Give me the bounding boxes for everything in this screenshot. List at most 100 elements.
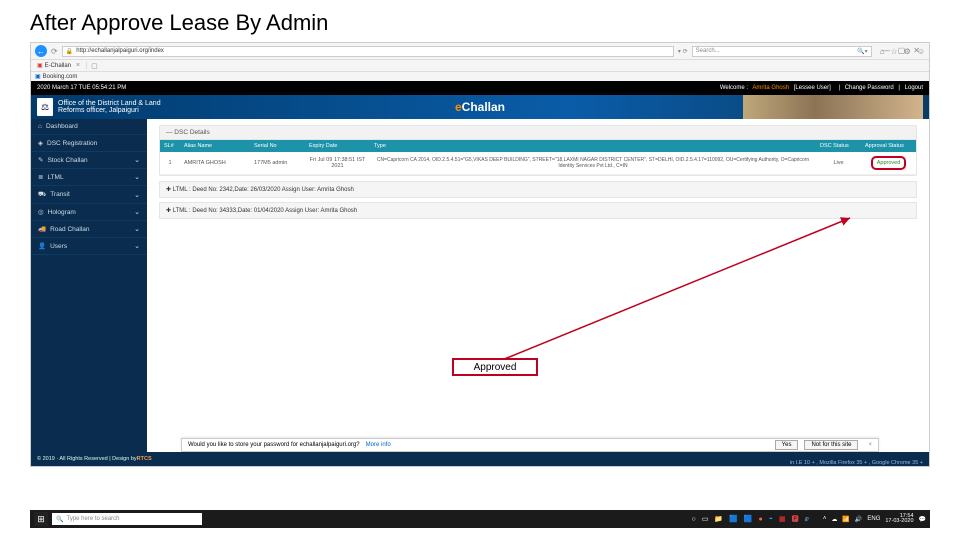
tray-lang[interactable]: ENG	[867, 516, 880, 522]
table-row: 1 AMRITA GHOSH 177M5 admin Fri Jul 09 17…	[160, 152, 916, 175]
refresh-icon[interactable]: ⟳	[51, 47, 58, 56]
sidebar-item-label: Transit	[50, 191, 70, 198]
welcome-label: Welcome :	[720, 85, 748, 91]
tab-echallan[interactable]: ▣ E-Challan ×	[31, 62, 87, 69]
road-icon: 🚚	[38, 225, 46, 233]
minimize-icon[interactable]: —	[882, 46, 890, 55]
gov-emblem-icon: ⚖	[37, 98, 53, 116]
brand-logo: eChallan	[455, 100, 505, 114]
cell-sl: 1	[160, 152, 180, 175]
lock-icon: 🔒	[66, 48, 73, 55]
app-icon[interactable]: 📁	[714, 515, 723, 523]
browser-toolbar: ← ⟳ 🔒 http://echallanjalpaiguri.org/inde…	[31, 43, 929, 59]
new-tab-icon[interactable]: ▢	[87, 62, 102, 70]
col-expiry: Expiry Date	[305, 140, 370, 152]
main-content: — DSC Details SL# Alias Name Serial No E…	[147, 119, 929, 452]
back-button[interactable]: ←	[35, 45, 47, 57]
circle-icon: ◎	[38, 208, 44, 216]
col-alias: Alias Name	[180, 140, 250, 152]
bookmark-favicon: ▣	[35, 73, 41, 80]
tray-notif-icon[interactable]: 💬	[919, 516, 926, 523]
tray-clock[interactable]: 17:54 17-03-2020	[885, 514, 913, 525]
tray-wifi-icon[interactable]: 📶	[842, 516, 849, 523]
logout-link[interactable]: Logout	[905, 85, 923, 91]
chevron-down-icon: ⌄	[134, 242, 140, 250]
welcome-user[interactable]: Amrita Ghosh	[752, 85, 789, 91]
password-save-bar: Would you like to store your password fo…	[181, 438, 879, 452]
change-password-link[interactable]: Change Password	[845, 85, 894, 91]
chevron-down-icon: ⌄	[134, 156, 140, 164]
app-topbar: 2020 March 17 TUE 05:54:21 PM Welcome : …	[31, 81, 929, 95]
user-icon: 👤	[38, 242, 46, 250]
app-icon[interactable]: 🟦	[729, 515, 738, 523]
app-icon[interactable]: ⅇ	[805, 515, 809, 523]
app-frame: 2020 March 17 TUE 05:54:21 PM Welcome : …	[31, 81, 929, 466]
pw-more-link[interactable]: More info	[366, 442, 391, 448]
pw-close-icon[interactable]: ×	[868, 442, 872, 448]
app-icon[interactable]: ●	[758, 516, 762, 523]
windows-taskbar: ⊞ 🔍 Type here to search ○ ▭ 📁 🟦 🟦 ● ◓ ▦ …	[30, 510, 930, 528]
tray-cloud-icon[interactable]: ☁	[831, 516, 837, 523]
slide-title: After Approve Lease By Admin	[0, 0, 960, 42]
browser-window: ← ⟳ 🔒 http://echallanjalpaiguri.org/inde…	[30, 42, 930, 467]
sidebar-item-dashboard[interactable]: ⌂Dashboard	[31, 119, 147, 135]
sidebar-item-label: LTML	[47, 174, 63, 181]
dsc-table: SL# Alias Name Serial No Expiry Date Typ…	[160, 140, 916, 175]
tray-chevron-icon[interactable]: ˄	[823, 516, 827, 522]
browser-search[interactable]: Search... 🔍▾	[692, 46, 872, 57]
tab-close-icon[interactable]: ×	[76, 62, 80, 69]
taskbar-search-placeholder: Type here to search	[66, 516, 119, 522]
sidebar-item-dsc[interactable]: ◈ DSC Registration	[31, 135, 147, 152]
sidebar-item-label: Stock Challan	[47, 157, 87, 164]
sidebar-item-stock[interactable]: ✎ Stock Challan ⌄	[31, 152, 147, 169]
search-placeholder: Search...	[696, 48, 720, 54]
url-bar[interactable]: 🔒 http://echallanjalpaiguri.org/index	[62, 46, 674, 57]
app-icon[interactable]: 🅿	[792, 514, 799, 524]
start-button[interactable]: ⊞	[34, 512, 48, 526]
app-footer: © 2019 · All Rights Reserved | Design by…	[31, 452, 929, 466]
app-banner: ⚖ Office of the District Land & Land Ref…	[31, 95, 929, 119]
tray-volume-icon[interactable]: 🔊	[855, 516, 862, 523]
chevron-down-icon: ⌄	[134, 208, 140, 216]
tab-bar: ▣ E-Challan × ▢	[31, 59, 929, 71]
sidebar-item-hologram[interactable]: ◎Hologram⌄	[31, 204, 147, 221]
dropdown-icon[interactable]: ▾ ⟳	[678, 48, 688, 55]
accordion-row[interactable]: ✚ LTML : Deed No: 34333,Date: 01/04/2020…	[159, 202, 917, 219]
sidebar-item-label: Road Challan	[50, 226, 89, 233]
chevron-down-icon: ⌄	[134, 191, 140, 199]
pencil-icon: ✎	[38, 156, 43, 164]
app-icon[interactable]: 🟦	[744, 515, 753, 523]
dsc-panel: — DSC Details SL# Alias Name Serial No E…	[159, 125, 917, 176]
dsc-panel-header[interactable]: — DSC Details	[160, 126, 916, 140]
sidebar-item-roadchallan[interactable]: 🚚 Road Challan ⌄	[31, 221, 147, 238]
pw-yes-button[interactable]: Yes	[775, 440, 799, 450]
taskbar-search[interactable]: 🔍 Type here to search	[52, 513, 202, 525]
sidebar-item-transit[interactable]: ⛟ Transit ⌄	[31, 186, 147, 204]
sidebar-item-ltml[interactable]: ≣LTML⌄	[31, 169, 147, 186]
pw-no-button[interactable]: Not for this site	[804, 440, 858, 450]
close-icon[interactable]: ✕	[913, 46, 920, 55]
app-icon[interactable]: ◓	[769, 516, 773, 523]
col-sl: SL#	[160, 140, 180, 152]
col-dscstatus: DSC Status	[816, 140, 861, 152]
cell-alias: AMRITA GHOSH	[180, 152, 250, 175]
app-icon[interactable]: ▦	[779, 515, 786, 523]
sidebar-item-users[interactable]: 👤Users⌄	[31, 238, 147, 255]
list-icon: ≣	[38, 173, 43, 181]
dsc-icon: ◈	[38, 139, 43, 147]
banner-image	[743, 95, 923, 119]
bookmark-item[interactable]: Booking.com	[43, 74, 78, 80]
chevron-down-icon: ⌄	[134, 225, 140, 233]
dashboard-icon: ⌂	[38, 123, 42, 130]
tray-date: 17-03-2020	[885, 519, 913, 525]
sidebar-item-label: DSC Registration	[47, 140, 97, 147]
cell-type: CN=Capricorn CA 2014, OID.2.5.4.51="G5,V…	[370, 152, 816, 175]
footer-copyright: © 2019 · All Rights Reserved | Design by	[37, 456, 137, 462]
accordion-row[interactable]: ✚ LTML : Deed No: 2342,Date: 26/03/2020 …	[159, 181, 917, 198]
truck-icon: ⛟	[38, 190, 46, 199]
taskview-icon[interactable]: ▭	[702, 515, 709, 523]
maximize-icon[interactable]: ▢	[898, 46, 906, 55]
banner-line2: Reforms officer, Jalpaiguri	[58, 107, 161, 114]
search-icon: 🔍▾	[857, 48, 867, 55]
cortana-icon[interactable]: ○	[691, 516, 695, 523]
